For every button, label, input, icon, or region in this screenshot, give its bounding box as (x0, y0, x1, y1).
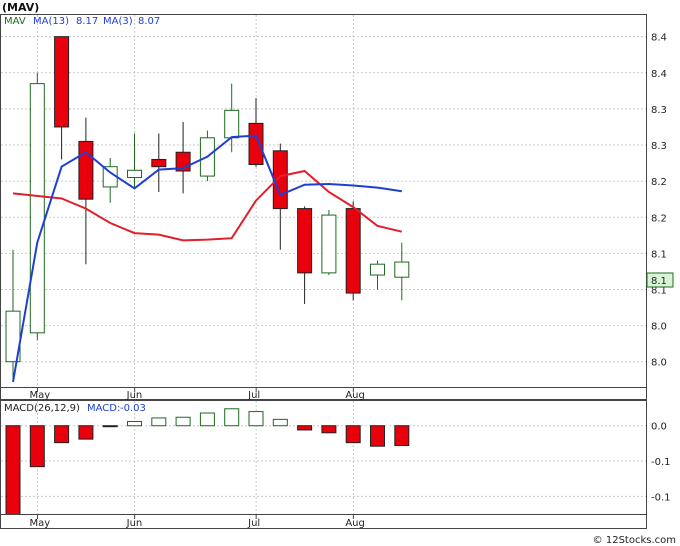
macd-bar (54, 425, 70, 444)
chart-background (0, 0, 680, 546)
candle-body (224, 109, 240, 139)
macd-bar (199, 412, 215, 427)
macd-bar (370, 425, 385, 447)
candle-body (54, 36, 70, 128)
price-y-tick-label: 8.0 (651, 322, 667, 333)
candle-body (78, 140, 94, 200)
price-x-axis-band (0, 387, 647, 400)
macd-bar (175, 416, 191, 427)
price-y-tick-label: 8.3 (651, 141, 667, 152)
legend-ma3-value: 8.07 (138, 16, 160, 27)
macd-bar (127, 420, 142, 427)
candle (321, 210, 337, 276)
legend-ma13-value: 8.17 (76, 16, 98, 27)
candle-body (29, 83, 45, 334)
macd-bar (345, 425, 361, 444)
candle-body (370, 263, 385, 276)
macd-bar (394, 425, 410, 446)
macd-legend: MACD(26,12,9) MACD: -0.03 (4, 403, 146, 414)
chart-title: (MAV) (2, 1, 39, 14)
candle (345, 201, 361, 301)
price-y-tick-label: 8.3 (651, 105, 667, 116)
macd-bar (29, 425, 45, 468)
macd-bar (78, 425, 94, 440)
stock-chart: (MAV) 8.4 8.4 8.3 8.3 8.2 8.2 8.1 8.1 8.0 8.0 MAV… (0, 0, 680, 546)
legend-macd-params: MACD(26,12,9) (4, 403, 80, 414)
macd-y-tick-label: 0.0 (651, 422, 667, 433)
macd-y-tick-label: -0.1 (651, 492, 671, 503)
legend-ma13-label: MA(13) (33, 16, 69, 27)
macd-bar (102, 425, 118, 428)
copyright-footer: © 12Stocks.com (593, 535, 676, 546)
legend-ma3-label: MA(3) (103, 16, 133, 27)
price-y-tick-label: 8.4 (651, 69, 667, 80)
macd-x-tick-label: Jul (247, 518, 260, 529)
macd-bar (297, 425, 313, 431)
candle (29, 72, 45, 341)
price-y-tick-label: 8.1 (651, 249, 667, 260)
candle-body (151, 158, 167, 168)
macd-x-tick-label: Aug (345, 518, 365, 529)
macd-y-tick-label: -0.1 (651, 457, 671, 468)
price-x-tick-label: May (29, 390, 50, 401)
last-price-marker: 8.1 (646, 272, 674, 288)
macd-x-tick-label: Jun (126, 518, 143, 529)
price-x-tick-label: Aug (345, 390, 365, 401)
last-price-label: 8.1 (651, 276, 667, 287)
candle-body (345, 208, 361, 294)
price-y-tick-label: 8.4 (651, 33, 667, 44)
macd-bar (224, 408, 240, 427)
macd-bar (321, 425, 337, 434)
price-x-tick-label: Jul (247, 390, 260, 401)
legend-macd-label: MACD: (87, 403, 120, 414)
macd-x-tick-label: May (29, 518, 50, 529)
price-y-tick-label: 8.0 (651, 358, 667, 369)
price-y-tick-label: 8.2 (651, 177, 667, 188)
macd-bar (248, 411, 264, 427)
legend-mav: MAV (4, 16, 26, 27)
candle-body (297, 208, 313, 274)
macd-x-axis-band (0, 514, 647, 529)
price-y-tick-label: 8.2 (651, 213, 667, 224)
legend-macd-value: -0.03 (120, 403, 146, 414)
price-x-tick-label: Jun (126, 390, 143, 401)
macd-bar (151, 417, 167, 427)
macd-bar (272, 418, 288, 427)
candle-body (248, 122, 264, 166)
macd-bar (5, 425, 21, 516)
candle-body (321, 214, 337, 274)
candle-body (394, 261, 410, 278)
candle-body (127, 169, 142, 179)
